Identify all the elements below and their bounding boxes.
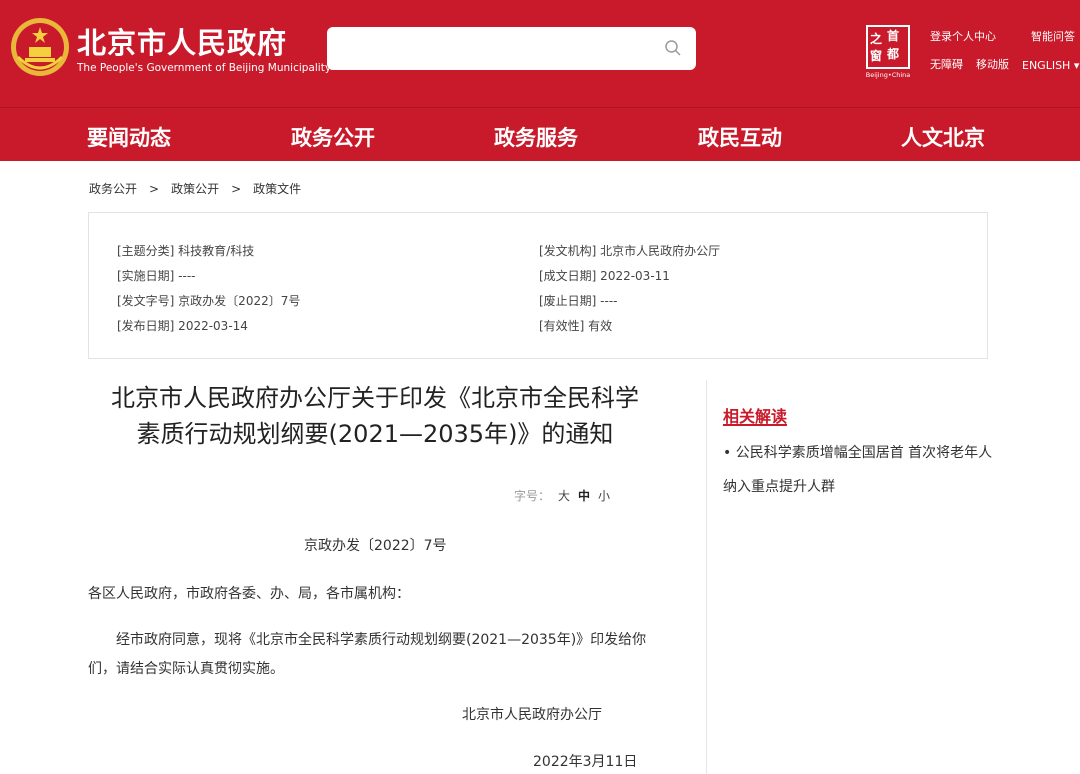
meta-repeal-date: [废止日期] ---- bbox=[539, 294, 618, 308]
site-header: 北京市人民政府 The People's Government of Beiji… bbox=[0, 0, 1080, 107]
meta-category: [主题分类] 科技教育/科技 bbox=[117, 244, 255, 258]
search-input[interactable] bbox=[327, 27, 696, 70]
bullet-icon: • bbox=[723, 445, 736, 461]
accessibility-link[interactable]: 无障碍 bbox=[930, 56, 963, 72]
font-size-medium-button[interactable]: 中 bbox=[578, 489, 590, 503]
font-size-large-button[interactable]: 大 bbox=[558, 489, 570, 503]
article-title-line: 北京市人民政府办公厅关于印发《北京市全民科学 bbox=[111, 384, 639, 412]
document-meta-box: [主题分类] 科技教育/科技 [实施日期] ---- [发文字号] 京政办发〔2… bbox=[88, 212, 988, 359]
capital-window-logo[interactable]: 之 首 窗 都 Beijing•China bbox=[862, 25, 914, 81]
body-paragraph: 经市政府同意，现将《北京市全民科学素质行动规划纲要(2021—2035年)》印发… bbox=[116, 632, 647, 648]
search-icon[interactable] bbox=[664, 39, 682, 57]
related-reading-link[interactable]: 公民科学素质增幅全国居首 首次将老年人纳入重点提升人群 bbox=[723, 445, 992, 495]
smart-qa-link[interactable]: 智能问答 bbox=[1031, 28, 1075, 44]
login-link[interactable]: 登录个人中心 bbox=[930, 28, 996, 44]
capital-logo-caption: Beijing•China bbox=[865, 71, 911, 79]
english-link[interactable]: ENGLISH ▾ bbox=[1022, 59, 1079, 72]
nav-item-culture[interactable]: 人文北京 bbox=[901, 122, 985, 152]
meta-effective-date: [实施日期] ---- bbox=[117, 269, 196, 283]
font-size-control: 字号： 大中小 bbox=[514, 487, 610, 504]
font-size-small-button[interactable]: 小 bbox=[598, 489, 610, 503]
meta-publish-date: [发布日期] 2022-03-14 bbox=[117, 319, 248, 333]
doc-number: 京政办发〔2022〕7号 bbox=[304, 538, 447, 554]
breadcrumb-item[interactable]: 政务公开 bbox=[89, 182, 137, 196]
nav-item-interaction[interactable]: 政民互动 bbox=[698, 122, 782, 152]
related-reading-underline bbox=[723, 424, 787, 426]
meta-doc-number: [发文字号] 京政办发〔2022〕7号 bbox=[117, 294, 301, 308]
site-title[interactable]: 北京市人民政府 bbox=[77, 20, 287, 62]
capital-logo-glyph: 窗 bbox=[870, 49, 883, 63]
body-paragraph: 们，请结合实际认真贯彻实施。 bbox=[88, 661, 284, 677]
breadcrumb-separator: > bbox=[149, 182, 160, 196]
signature: 北京市人民政府办公厅 bbox=[462, 707, 602, 723]
site-subtitle: The People's Government of Beijing Munic… bbox=[77, 62, 332, 74]
breadcrumb-item[interactable]: 政策公开 bbox=[171, 182, 219, 196]
mobile-version-link[interactable]: 移动版 bbox=[976, 56, 1009, 72]
nav-item-gov-services[interactable]: 政务服务 bbox=[494, 122, 578, 152]
article-title-line: 素质行动规划纲要(2021—2035年)》的通知 bbox=[136, 420, 614, 448]
capital-logo-glyph: 之 bbox=[870, 32, 883, 46]
related-reading-item[interactable]: • 公民科学素质增幅全国居首 首次将老年人纳入重点提升人群 bbox=[723, 436, 993, 504]
article-title: 北京市人民政府办公厅关于印发《北京市全民科学 素质行动规划纲要(2021—203… bbox=[88, 380, 662, 452]
national-emblem-icon[interactable] bbox=[10, 17, 70, 77]
main-nav: 要闻动态 政务公开 政务服务 政民互动 人文北京 bbox=[0, 107, 1080, 161]
meta-written-date: [成文日期] 2022-03-11 bbox=[539, 269, 670, 283]
capital-logo-glyph: 都 bbox=[887, 47, 900, 61]
breadcrumb: 政务公开 > 政策公开 > 政策文件 bbox=[89, 180, 301, 197]
nav-item-gov-affairs[interactable]: 政务公开 bbox=[291, 122, 375, 152]
content-divider bbox=[706, 380, 707, 774]
breadcrumb-item[interactable]: 政策文件 bbox=[253, 182, 301, 196]
font-size-label: 字号： bbox=[514, 489, 551, 503]
salutation: 各区人民政府，市政府各委、办、局，各市属机构： bbox=[88, 586, 410, 602]
breadcrumb-separator: > bbox=[231, 182, 242, 196]
meta-validity: [有效性] 有效 bbox=[539, 319, 613, 333]
meta-issuing-agency: [发文机构] 北京市人民政府办公厅 bbox=[539, 244, 721, 258]
capital-logo-glyph: 首 bbox=[887, 29, 900, 43]
signature-date: 2022年3月11日 bbox=[533, 754, 638, 770]
nav-item-news[interactable]: 要闻动态 bbox=[87, 122, 171, 152]
